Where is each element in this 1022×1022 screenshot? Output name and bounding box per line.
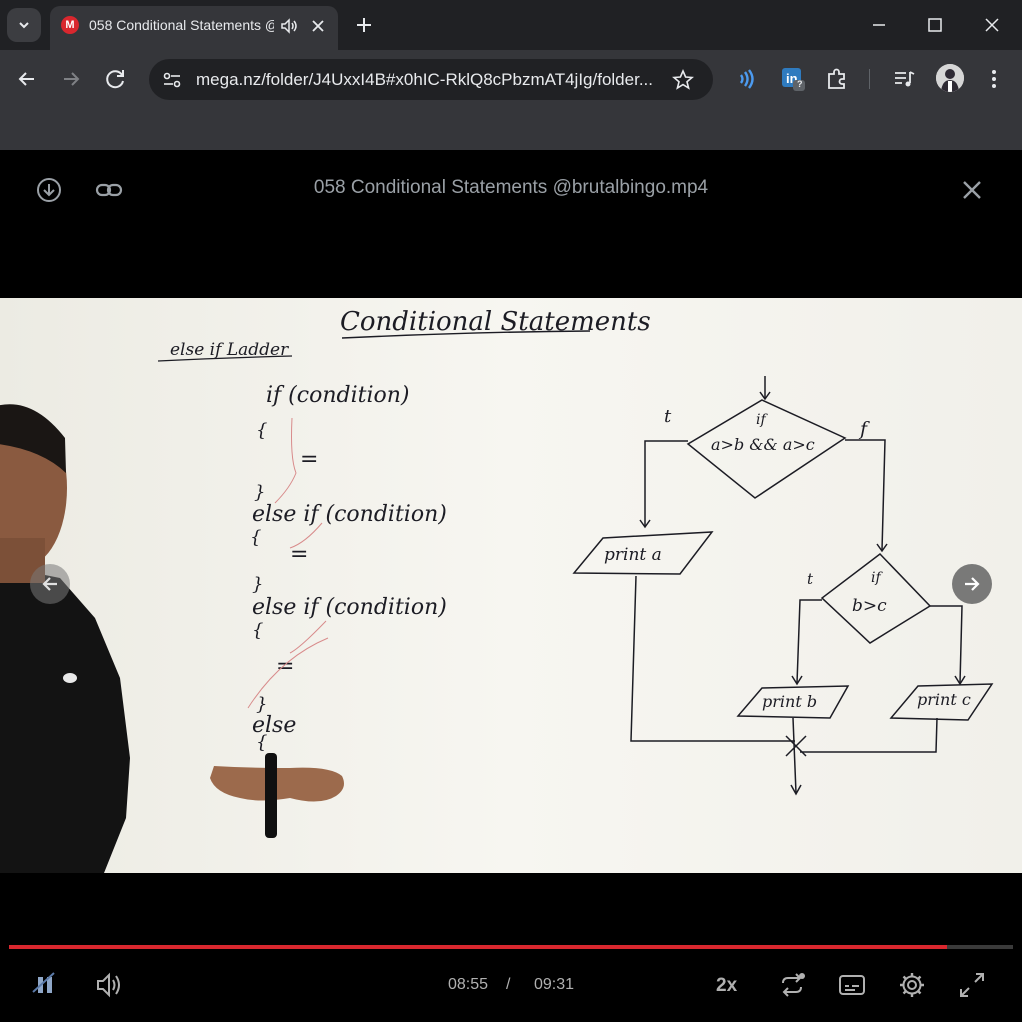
toolbar-separator <box>869 69 870 89</box>
tab-active[interactable]: M 058 Conditional Statements @brutalbing… <box>50 6 338 50</box>
svg-text:=: = <box>300 447 318 472</box>
svg-text:print c: print c <box>917 690 971 709</box>
browser-menu-icon[interactable] <box>981 66 1007 92</box>
tab-title: 058 Conditional Statements @brutalbingo.… <box>89 17 274 33</box>
fullscreen-icon <box>960 973 984 997</box>
duration: 09:31 <box>534 976 575 993</box>
svg-text:print b: print b <box>762 692 817 711</box>
pause-button[interactable] <box>28 968 62 1002</box>
playback-speed-button[interactable]: 2x <box>716 975 737 997</box>
subtitles-button[interactable] <box>835 968 869 1002</box>
browser-chrome: M 058 Conditional Statements @brutalbing… <box>0 0 1022 150</box>
window-close-icon[interactable] <box>980 13 1004 37</box>
time-separator: / <box>506 976 511 993</box>
svg-text:t: t <box>664 406 672 427</box>
fullscreen-button[interactable] <box>955 968 989 1002</box>
current-time: 08:55 <box>448 976 489 993</box>
svg-text:=: = <box>290 542 308 567</box>
svg-text:else if (condition): else if (condition) <box>252 595 447 620</box>
linkedin-extension-button[interactable]: in ? <box>780 66 806 92</box>
back-arrow-icon[interactable] <box>14 66 40 92</box>
volume-icon <box>97 972 120 998</box>
gear-icon <box>900 973 924 997</box>
extension-badge: ? <box>797 79 803 89</box>
speaker-icon[interactable] <box>279 16 299 36</box>
url-text: mega.nz/folder/J4UxxI4B#x0hIC-RklQ8cPbzm… <box>196 70 653 89</box>
video-player: 058 Conditional Statements @brutalbingo.… <box>0 150 1022 1022</box>
svg-text:print a: print a <box>604 545 662 565</box>
svg-text:b>c: b>c <box>852 596 887 616</box>
arrow-left-icon <box>42 577 57 591</box>
svg-text:t: t <box>807 570 814 588</box>
reload-icon[interactable] <box>103 66 129 92</box>
svg-text:a>b && a>c: a>b && a>c <box>711 435 815 454</box>
subtitles-icon <box>839 975 865 995</box>
svg-text:=: = <box>276 654 294 679</box>
video-title: 058 Conditional Statements @brutalbingo.… <box>313 177 709 198</box>
profile-avatar[interactable] <box>936 64 964 92</box>
bookmark-star-icon[interactable] <box>671 68 695 92</box>
browser-toolbar: mega.nz/folder/J4UxxI4B#x0hIC-RklQ8cPbzm… <box>0 50 1022 108</box>
new-tab-plus-icon[interactable] <box>352 13 376 37</box>
profile-photo-icon <box>936 64 964 92</box>
site-info-tune-icon[interactable] <box>161 69 183 91</box>
forward-arrow-icon[interactable] <box>58 66 84 92</box>
previous-file-button[interactable] <box>30 564 70 604</box>
chevron-down-icon <box>19 22 29 29</box>
svg-text:{: { <box>256 732 267 753</box>
close-tab-icon[interactable] <box>308 16 328 36</box>
tab-strip: M 058 Conditional Statements @brutalbing… <box>0 0 1022 50</box>
svg-text:{: { <box>252 620 263 641</box>
svg-text:}: } <box>254 482 265 503</box>
whiteboard-subheading: else if Ladder <box>157 340 293 362</box>
whiteboard-scene: Conditional Statements else if Ladder if… <box>0 298 1022 873</box>
maximize-icon[interactable] <box>923 13 947 37</box>
arrow-right-icon <box>965 577 980 591</box>
address-bar[interactable]: mega.nz/folder/J4UxxI4B#x0hIC-RklQ8cPbzm… <box>149 59 713 100</box>
svg-text:if (condition): if (condition) <box>266 383 409 408</box>
whiteboard-heading: Conditional Statements <box>340 307 651 339</box>
pause-icon <box>32 972 55 993</box>
extensions-puzzle-icon[interactable] <box>824 66 850 92</box>
read-aloud-icon[interactable] <box>733 66 759 92</box>
repeat-icon <box>782 973 805 997</box>
svg-text:{: { <box>256 420 267 441</box>
video-frame[interactable]: Conditional Statements else if Ladder if… <box>0 298 1022 873</box>
svg-text:{: { <box>250 527 261 548</box>
seek-bar[interactable] <box>9 945 1013 949</box>
svg-text:else if (condition): else if (condition) <box>252 502 447 527</box>
settings-button[interactable] <box>895 968 929 1002</box>
svg-text:}: } <box>256 694 267 715</box>
volume-button[interactable] <box>92 968 126 1002</box>
seek-bar-progress <box>9 945 948 949</box>
media-controls-icon[interactable] <box>891 66 917 92</box>
player-header: 058 Conditional Statements @brutalbingo.… <box>0 150 1022 230</box>
mega-favicon-icon: M <box>61 16 79 34</box>
tab-search-button[interactable] <box>7 8 41 42</box>
loop-button[interactable] <box>775 968 809 1002</box>
close-player-icon[interactable] <box>958 176 986 204</box>
svg-text:}: } <box>252 574 263 595</box>
minimize-icon[interactable] <box>867 13 891 37</box>
next-file-button[interactable] <box>952 564 992 604</box>
